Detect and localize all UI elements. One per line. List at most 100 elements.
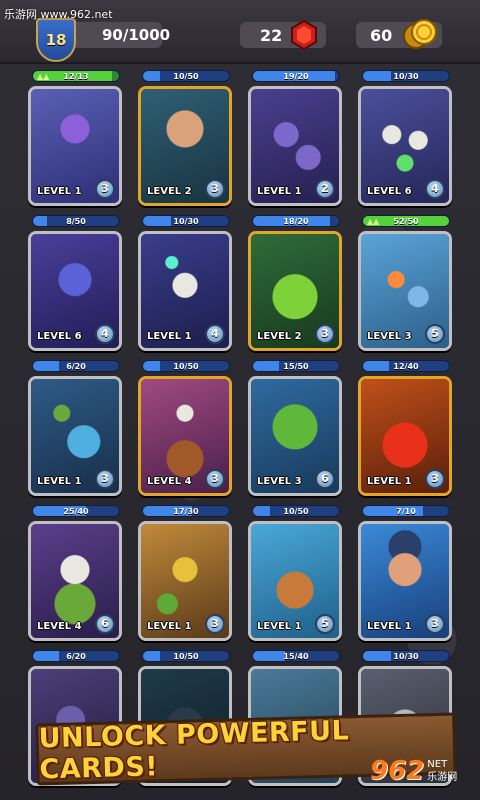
- card-progress-bar: 18/20: [252, 215, 340, 227]
- card-slot[interactable]: 6/20 LEVEL 1 3: [26, 360, 126, 505]
- card-progress-bar: 10/30: [362, 70, 450, 82]
- watermark: 乐游网 www.962.net: [4, 8, 113, 21]
- elixir-cost-badge: 3: [315, 324, 335, 344]
- card-progress-bar: ▲▲ 12/13: [32, 70, 120, 82]
- progress-text: 25/40: [63, 507, 89, 516]
- card-slot[interactable]: 19/20 LEVEL 1 2: [246, 70, 346, 215]
- player-level-shield-icon[interactable]: 18: [36, 18, 76, 62]
- card-collection-grid: ▲▲ 12/13 LEVEL 1 3 10/50 LEVEL 2 3 19/20 LEVEL 1…: [26, 70, 456, 795]
- card-level: LEVEL 1: [367, 621, 412, 632]
- card-progress-bar: 6/20: [32, 360, 120, 372]
- gem-count: 22: [260, 25, 283, 45]
- site-logo: 962 NET 乐游网: [370, 748, 474, 794]
- card-progress-bar: 12/40: [362, 360, 450, 372]
- unit-card[interactable]: LEVEL 1 4: [138, 231, 232, 351]
- card-slot[interactable]: ▲▲ 12/13 LEVEL 1 3: [26, 70, 126, 215]
- card-slot[interactable]: 8/50 LEVEL 6 4: [26, 215, 126, 360]
- unit-card[interactable]: LEVEL 6 4: [358, 86, 452, 206]
- progress-text: 18/20: [283, 217, 309, 226]
- card-slot[interactable]: 12/40 LEVEL 1 3: [356, 360, 456, 505]
- unit-card[interactable]: LEVEL 1 3: [358, 521, 452, 641]
- elixir-cost-badge: 3: [205, 614, 225, 634]
- unit-card[interactable]: LEVEL 2 3: [248, 231, 342, 351]
- progress-text: 12/40: [393, 362, 419, 371]
- progress-text: 10/30: [393, 652, 419, 661]
- card-level: LEVEL 1: [147, 331, 192, 342]
- unit-card[interactable]: LEVEL 2 3: [138, 86, 232, 206]
- card-slot[interactable]: ▲▲ 52/50 LEVEL 3 5: [356, 215, 456, 360]
- unit-card[interactable]: LEVEL 1 3: [358, 376, 452, 496]
- unit-card[interactable]: LEVEL 1 3: [28, 86, 122, 206]
- elixir-cost-badge: 5: [425, 324, 445, 344]
- progress-text: 10/50: [173, 652, 199, 661]
- card-slot[interactable]: 10/50 LEVEL 2 3: [136, 70, 236, 215]
- elixir-cost-badge: 4: [425, 179, 445, 199]
- player-level: 18: [45, 31, 67, 49]
- unit-card[interactable]: LEVEL 4 3: [138, 376, 232, 496]
- card-slot[interactable]: 15/50 LEVEL 3 6: [246, 360, 346, 505]
- coin-count: 60: [370, 25, 393, 45]
- elixir-cost-badge: 4: [95, 324, 115, 344]
- unit-card[interactable]: LEVEL 4 6: [28, 521, 122, 641]
- card-slot[interactable]: 10/50 LEVEL 1 5: [246, 505, 346, 650]
- progress-text: 12/13: [63, 72, 89, 81]
- progress-text: 6/20: [66, 362, 86, 371]
- card-progress-bar: 15/50: [252, 360, 340, 372]
- card-level: LEVEL 4: [147, 476, 192, 487]
- card-progress-bar: 10/50: [142, 70, 230, 82]
- ruby-gem-icon: [291, 20, 317, 50]
- progress-text: 17/30: [173, 507, 199, 516]
- elixir-cost-badge: 3: [205, 179, 225, 199]
- card-slot[interactable]: 10/30 LEVEL 1 4: [136, 215, 236, 360]
- unit-card[interactable]: LEVEL 1 3: [138, 521, 232, 641]
- elixir-cost-badge: 3: [425, 614, 445, 634]
- progress-text: 10/30: [173, 217, 199, 226]
- card-level: LEVEL 3: [367, 331, 412, 342]
- progress-text: 52/50: [393, 217, 419, 226]
- elixir-cost-badge: 3: [205, 469, 225, 489]
- elixir-cost-badge: 6: [95, 614, 115, 634]
- card-level: LEVEL 6: [37, 331, 82, 342]
- card-slot[interactable]: 18/20 LEVEL 2 3: [246, 215, 346, 360]
- unit-card[interactable]: LEVEL 6 4: [28, 231, 122, 351]
- progress-text: 10/50: [173, 362, 199, 371]
- progress-text: 19/20: [283, 72, 309, 81]
- card-level: LEVEL 1: [37, 476, 82, 487]
- unit-card[interactable]: LEVEL 1 5: [248, 521, 342, 641]
- progress-text: 6/20: [66, 652, 86, 661]
- elixir-cost-badge: 6: [315, 469, 335, 489]
- card-progress-bar: 10/30: [142, 215, 230, 227]
- card-progress-bar: 10/30: [362, 650, 450, 662]
- progress-text: 10/50: [173, 72, 199, 81]
- card-slot[interactable]: 17/30 LEVEL 1 3: [136, 505, 236, 650]
- elixir-cost-badge: 3: [425, 469, 445, 489]
- unit-card[interactable]: LEVEL 1 2: [248, 86, 342, 206]
- card-progress-bar: ▲▲ 52/50: [362, 215, 450, 227]
- card-slot[interactable]: 25/40 LEVEL 4 6: [26, 505, 126, 650]
- card-slot[interactable]: 10/30 LEVEL 6 4: [356, 70, 456, 215]
- elixir-cost-badge: 3: [95, 179, 115, 199]
- card-progress-bar: 17/30: [142, 505, 230, 517]
- card-progress-bar: 6/20: [32, 650, 120, 662]
- card-slot[interactable]: 7/10 LEVEL 1 3: [356, 505, 456, 650]
- unit-card[interactable]: LEVEL 1 3: [28, 376, 122, 496]
- card-progress-bar: 8/50: [32, 215, 120, 227]
- xp-counter: 90/1000: [70, 22, 170, 48]
- unit-card[interactable]: LEVEL 3 6: [248, 376, 342, 496]
- progress-text: 15/50: [283, 362, 309, 371]
- card-level: LEVEL 3: [257, 476, 302, 487]
- card-progress-bar: 10/50: [142, 360, 230, 372]
- elixir-cost-badge: 5: [315, 614, 335, 634]
- card-slot[interactable]: 10/50 LEVEL 4 3: [136, 360, 236, 505]
- card-progress-bar: 19/20: [252, 70, 340, 82]
- progress-text: 15/40: [283, 652, 309, 661]
- progress-text: 8/50: [66, 217, 86, 226]
- card-level: LEVEL 2: [147, 186, 192, 197]
- card-progress-bar: 10/50: [252, 505, 340, 517]
- card-progress-bar: 25/40: [32, 505, 120, 517]
- unit-card[interactable]: LEVEL 3 5: [358, 231, 452, 351]
- logo-number: 962: [370, 756, 425, 786]
- card-level: LEVEL 4: [37, 621, 82, 632]
- logo-side: NET 乐游网: [427, 758, 457, 784]
- logo-line2: 乐游网: [427, 772, 458, 783]
